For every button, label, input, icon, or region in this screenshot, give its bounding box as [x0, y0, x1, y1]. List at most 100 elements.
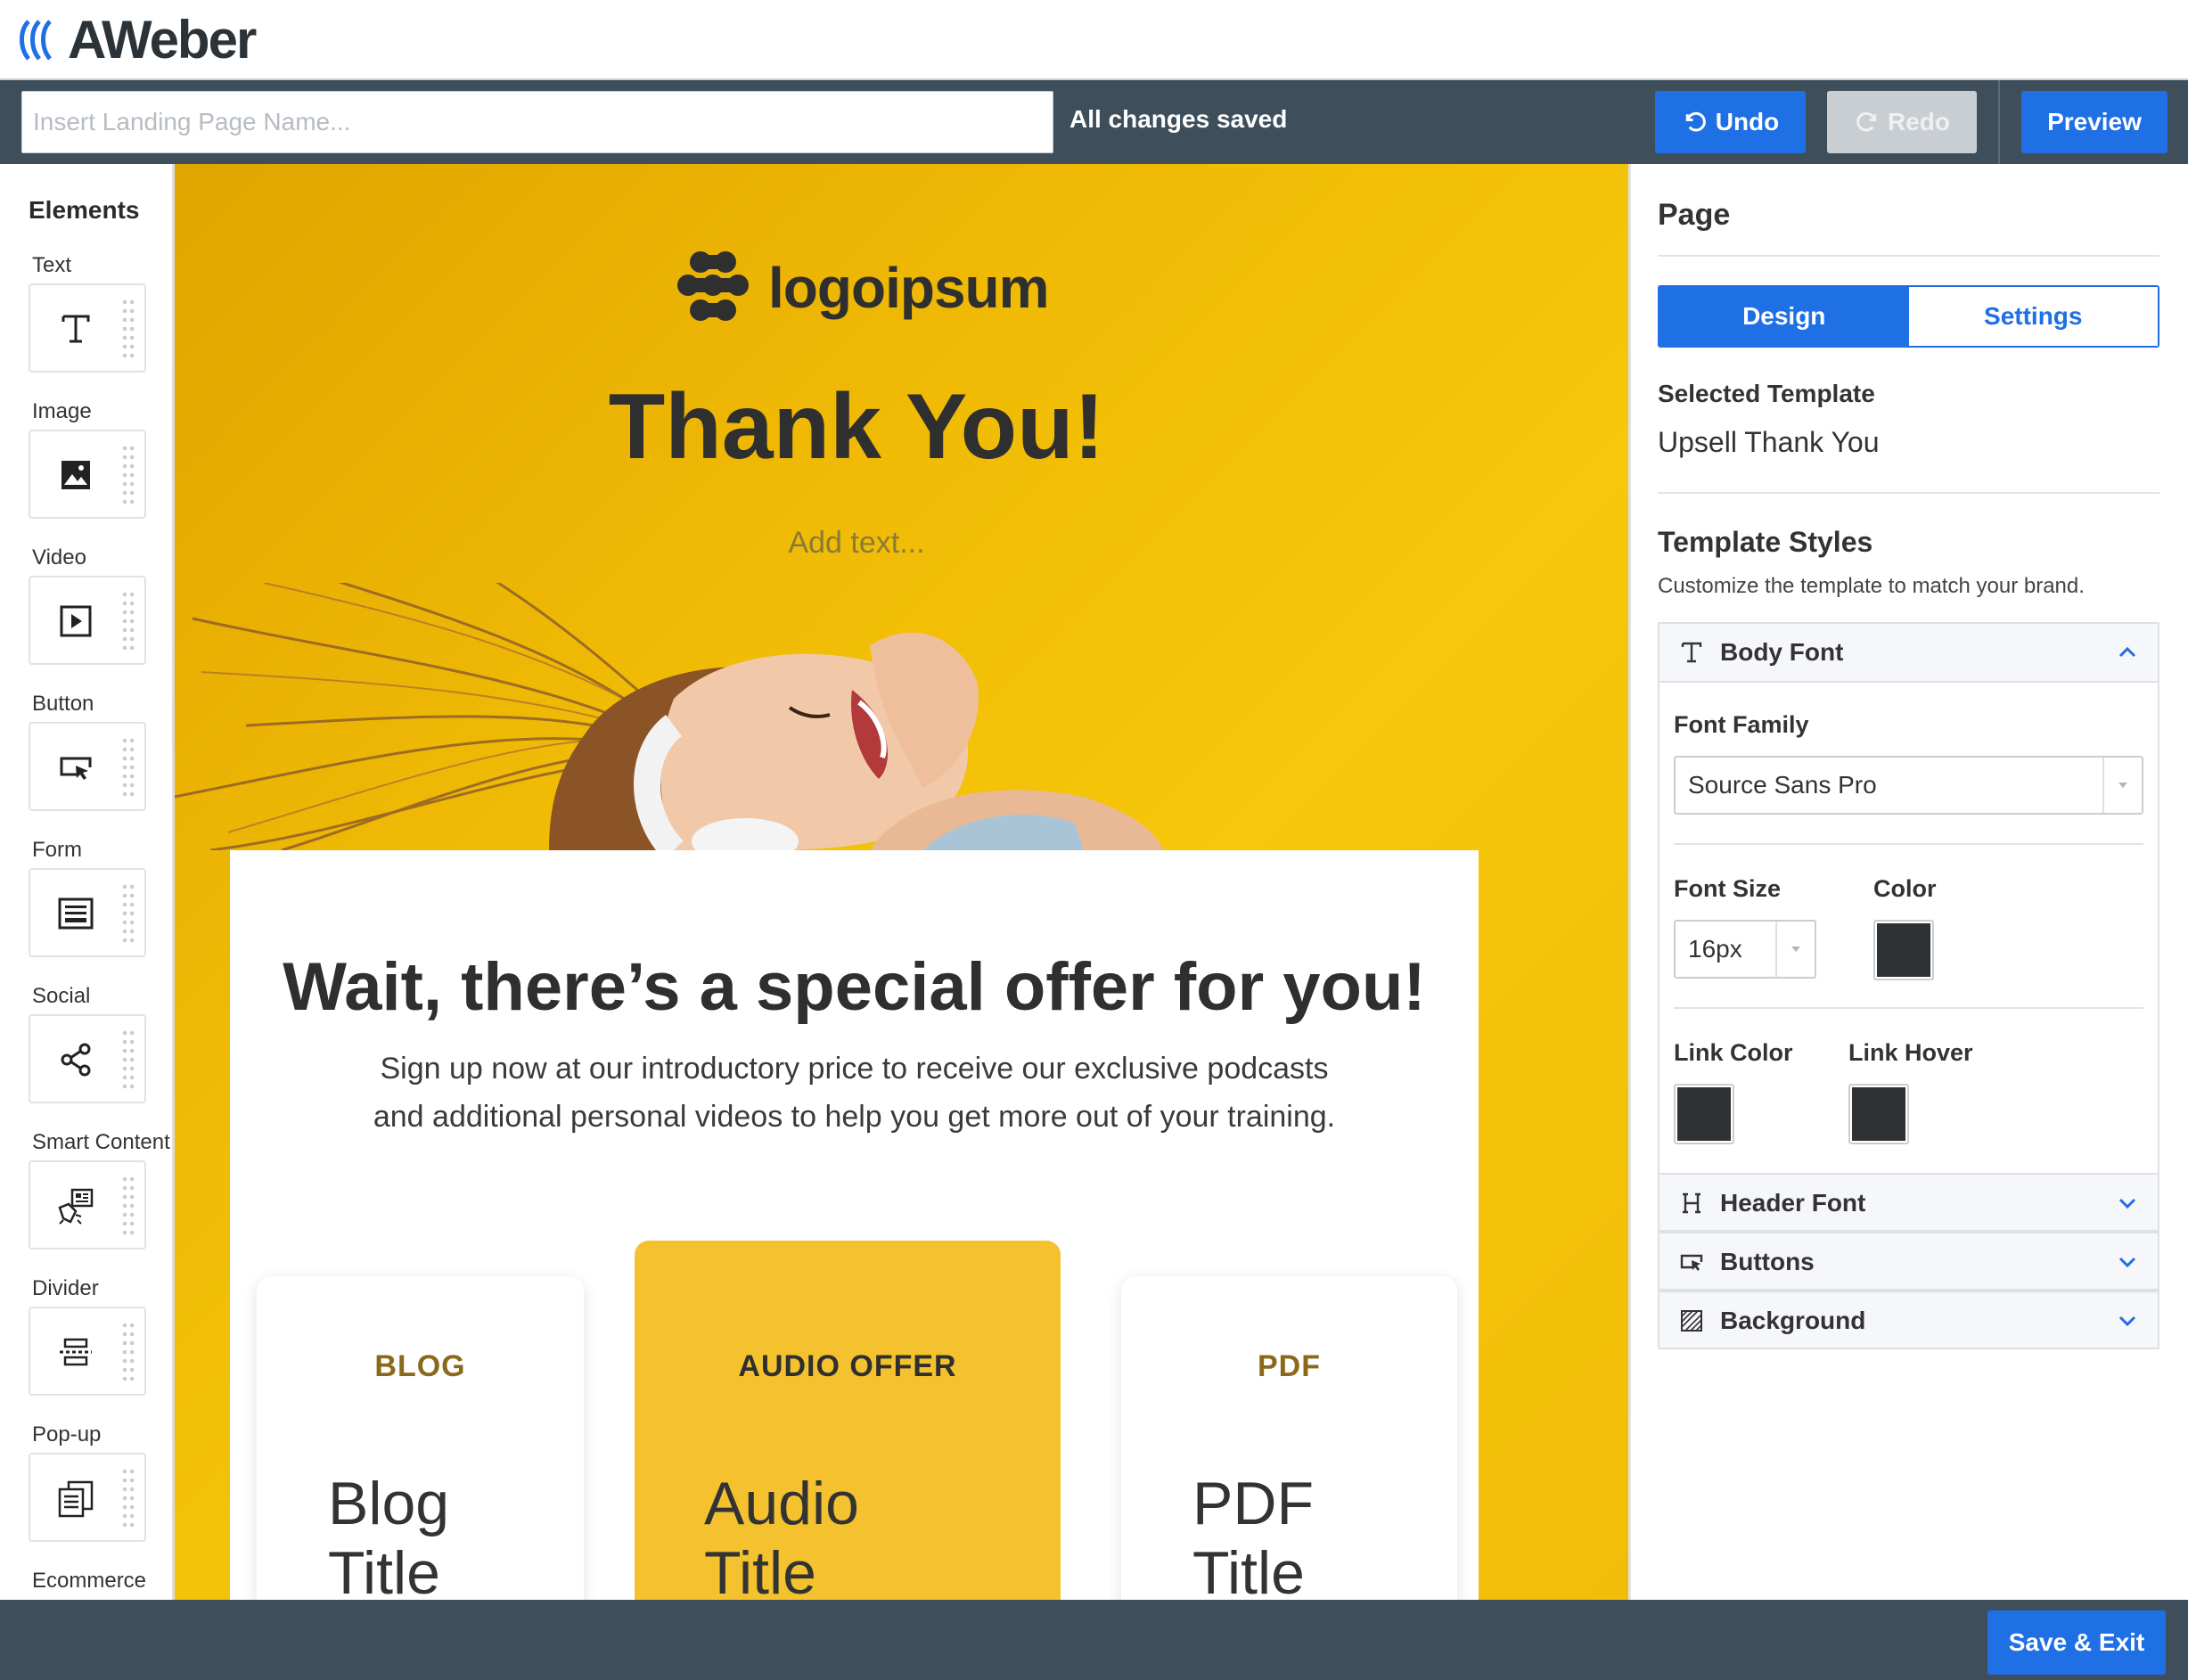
drag-handle-icon[interactable] — [121, 590, 135, 652]
offer-section[interactable]: Wait, there’s a special offer for you! S… — [230, 850, 1479, 1600]
link-color-label: Link Color — [1674, 1039, 1793, 1066]
drag-handle-icon[interactable] — [121, 1028, 135, 1091]
landing-page-name-input[interactable] — [21, 91, 1053, 153]
brand-name: AWeber — [68, 9, 257, 70]
save-exit-button[interactable]: Save & Exit — [1987, 1610, 2166, 1675]
buttons-section[interactable]: Buttons — [1658, 1232, 2159, 1291]
link-hover-swatch[interactable] — [1848, 1084, 1909, 1144]
element-label: Social — [32, 984, 91, 1008]
divider-element-tile[interactable] — [29, 1307, 146, 1396]
drag-handle-icon[interactable] — [121, 298, 135, 360]
text-element-tile[interactable] — [29, 283, 146, 373]
panel-divider — [1658, 492, 2159, 494]
chevron-up-icon[interactable] — [2110, 635, 2145, 670]
redo-button[interactable]: Redo — [1827, 91, 1977, 153]
undo-icon — [1685, 111, 1706, 132]
template-styles-description: Customize the template to match your bra… — [1658, 574, 2085, 598]
undo-button[interactable]: Undo — [1655, 91, 1806, 153]
app-header: AWeber — [0, 0, 2188, 78]
card-title-line-2: Title — [328, 1539, 440, 1600]
video-element-tile[interactable] — [29, 576, 146, 665]
aweber-logo[interactable]: AWeber — [16, 9, 257, 70]
background-pattern-icon — [1674, 1303, 1709, 1339]
chevron-down-icon[interactable] — [2110, 1244, 2145, 1280]
offer-line-1: Sign up now at our introductory price to… — [380, 1052, 1329, 1086]
pdf-card[interactable]: PDF PDF Title — [1121, 1276, 1457, 1600]
section-divider — [1674, 1007, 2143, 1009]
popup-element-tile[interactable] — [29, 1453, 146, 1542]
card-title: PDF Title — [1192, 1469, 1314, 1600]
drag-handle-icon[interactable] — [121, 1321, 135, 1383]
section-divider — [1674, 843, 2143, 845]
editor-toolbar: All changes saved Undo Redo Preview — [0, 78, 2188, 166]
landing-page-logo[interactable]: logoipsum — [674, 250, 1050, 326]
body-font-content: Font Family Source Sans Pro Font Size 16… — [1659, 681, 2158, 1173]
blog-card[interactable]: BLOG Blog Title — [257, 1276, 584, 1600]
audio-offer-card[interactable]: AUDIO OFFER Audio Title — [635, 1241, 1061, 1600]
smart-content-element-tile[interactable] — [29, 1160, 146, 1250]
elements-title: Elements — [29, 196, 140, 224]
social-element-tile[interactable] — [29, 1014, 146, 1103]
drag-handle-icon[interactable] — [121, 1175, 135, 1237]
chevron-down-icon[interactable] — [2110, 1303, 2145, 1339]
font-family-label: Font Family — [1674, 711, 1809, 738]
buttons-header[interactable]: Buttons — [1659, 1233, 2158, 1291]
offer-description[interactable]: Sign up now at our introductory price to… — [230, 1045, 1479, 1141]
header-font-header[interactable]: Header Font — [1659, 1175, 2158, 1232]
card-title-line-2: Title — [1192, 1539, 1305, 1600]
element-label: Text — [32, 253, 72, 277]
preview-button[interactable]: Preview — [2021, 91, 2168, 153]
body-font-label: Body Font — [1720, 638, 1844, 666]
element-label: Video — [32, 545, 86, 570]
panel-tabs: Design Settings — [1658, 285, 2159, 348]
drag-handle-icon[interactable] — [121, 1467, 135, 1529]
page-settings-panel: Page Design Settings Selected Template U… — [1631, 164, 2188, 1600]
redo-label: Redo — [1888, 108, 1950, 135]
element-label: Ecommerce — [32, 1569, 147, 1593]
form-element-tile[interactable] — [29, 868, 146, 957]
thank-you-heading[interactable]: Thank You! — [175, 374, 1538, 480]
card-title-line-2: Title — [704, 1539, 816, 1600]
page-canvas[interactable]: logoipsum Thank You! Add text... Wait, t… — [175, 164, 1628, 1600]
tab-design[interactable]: Design — [1659, 287, 1909, 346]
card-tag: PDF — [1258, 1349, 1321, 1383]
aweber-wave-icon — [20, 20, 53, 61]
font-size-value: 16px — [1688, 935, 1742, 963]
drag-handle-icon[interactable] — [121, 444, 135, 506]
chevron-down-icon[interactable] — [2110, 1185, 2145, 1221]
element-label: Image — [32, 399, 92, 423]
drag-handle-icon[interactable] — [121, 882, 135, 945]
selected-template-label: Selected Template — [1658, 380, 1875, 407]
image-element-tile[interactable] — [29, 430, 146, 519]
template-styles-heading: Template Styles — [1658, 526, 1873, 558]
toolbar-divider — [1998, 80, 2000, 166]
popup-icon — [52, 1474, 100, 1522]
element-label: Button — [32, 692, 94, 716]
body-font-header[interactable]: Body Font — [1659, 624, 2158, 681]
drag-handle-icon[interactable] — [121, 736, 135, 799]
font-size-label: Font Size — [1674, 875, 1781, 902]
image-icon — [52, 451, 100, 499]
background-section[interactable]: Background — [1658, 1291, 2159, 1349]
panel-divider — [1658, 255, 2159, 257]
smart-content-icon — [52, 1182, 100, 1230]
tab-settings[interactable]: Settings — [1908, 287, 2158, 346]
link-color-swatch[interactable] — [1674, 1084, 1734, 1144]
add-text-placeholder[interactable]: Add text... — [175, 526, 1538, 561]
hero-image[interactable] — [175, 583, 1628, 850]
color-fill — [1852, 1087, 1905, 1141]
offer-line-2: and additional personal videos to help y… — [373, 1100, 1336, 1134]
background-header[interactable]: Background — [1659, 1292, 2158, 1349]
panel-title: Page — [1658, 198, 1731, 232]
body-color-swatch[interactable] — [1873, 920, 1934, 980]
font-family-select[interactable]: Source Sans Pro — [1674, 756, 2143, 815]
offer-heading[interactable]: Wait, there’s a special offer for you! — [230, 948, 1479, 1026]
header-font-section[interactable]: Header Font — [1658, 1173, 2159, 1232]
redo-icon — [1856, 111, 1877, 132]
font-size-select[interactable]: 16px — [1674, 920, 1816, 979]
form-icon — [52, 889, 100, 938]
color-fill — [1677, 1087, 1731, 1141]
button-element-tile[interactable] — [29, 722, 146, 811]
card-title-line-1: PDF — [1192, 1470, 1314, 1537]
font-family-value: Source Sans Pro — [1688, 771, 1877, 799]
